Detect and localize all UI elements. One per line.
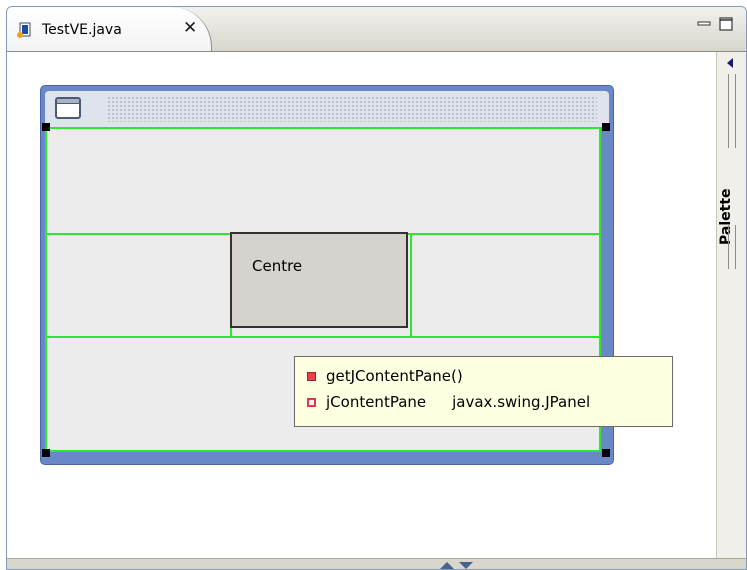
tab-testve-java[interactable]: TestVE.java ✕ [7,7,212,51]
field-icon [307,398,316,407]
resize-handle-sw[interactable] [42,449,50,457]
minimize-icon[interactable] [697,17,711,31]
resize-handle-nw[interactable] [42,123,50,131]
content-assist-item-name: jContentPane [326,393,427,411]
editor-window: TestVE.java ✕ Centre getJContentPane() j… [6,6,747,570]
chevron-left-icon[interactable] [727,58,733,68]
resize-handle-se[interactable] [602,449,610,457]
palette-panel[interactable]: Palette [716,52,746,558]
method-icon [307,372,316,381]
centre-button[interactable]: Centre [230,232,408,328]
sash-down-icon[interactable] [459,562,473,569]
east-region[interactable] [410,233,601,338]
close-icon[interactable]: ✕ [183,18,197,38]
resize-handle-ne[interactable] [602,123,610,131]
window-icon [55,97,81,119]
palette-grip-top[interactable] [728,74,736,148]
maximize-icon[interactable] [719,17,733,31]
frame-title-texture [107,96,597,122]
content-assist-item-name: getJContentPane() [326,367,463,385]
content-assist-item[interactable]: getJContentPane() [307,367,463,389]
palette-grip-bottom[interactable] [728,225,736,269]
north-region[interactable] [45,127,601,235]
bottom-sash[interactable] [7,558,746,569]
tab-label: TestVE.java [42,22,122,38]
frame-title-bar[interactable] [45,91,609,127]
content-assist-item[interactable]: jContentPane javax.swing.JPanel [307,393,590,415]
editor-tab-strip: TestVE.java ✕ [7,7,746,52]
sash-up-icon[interactable] [440,562,454,569]
content-assist-popup: getJContentPane() jContentPane javax.swin… [294,356,673,427]
design-canvas[interactable]: Centre getJContentPane() jContentPane jav… [7,52,709,569]
java-file-icon [17,22,31,38]
content-assist-item-type: javax.swing.JPanel [452,393,591,411]
west-region[interactable] [45,233,232,338]
